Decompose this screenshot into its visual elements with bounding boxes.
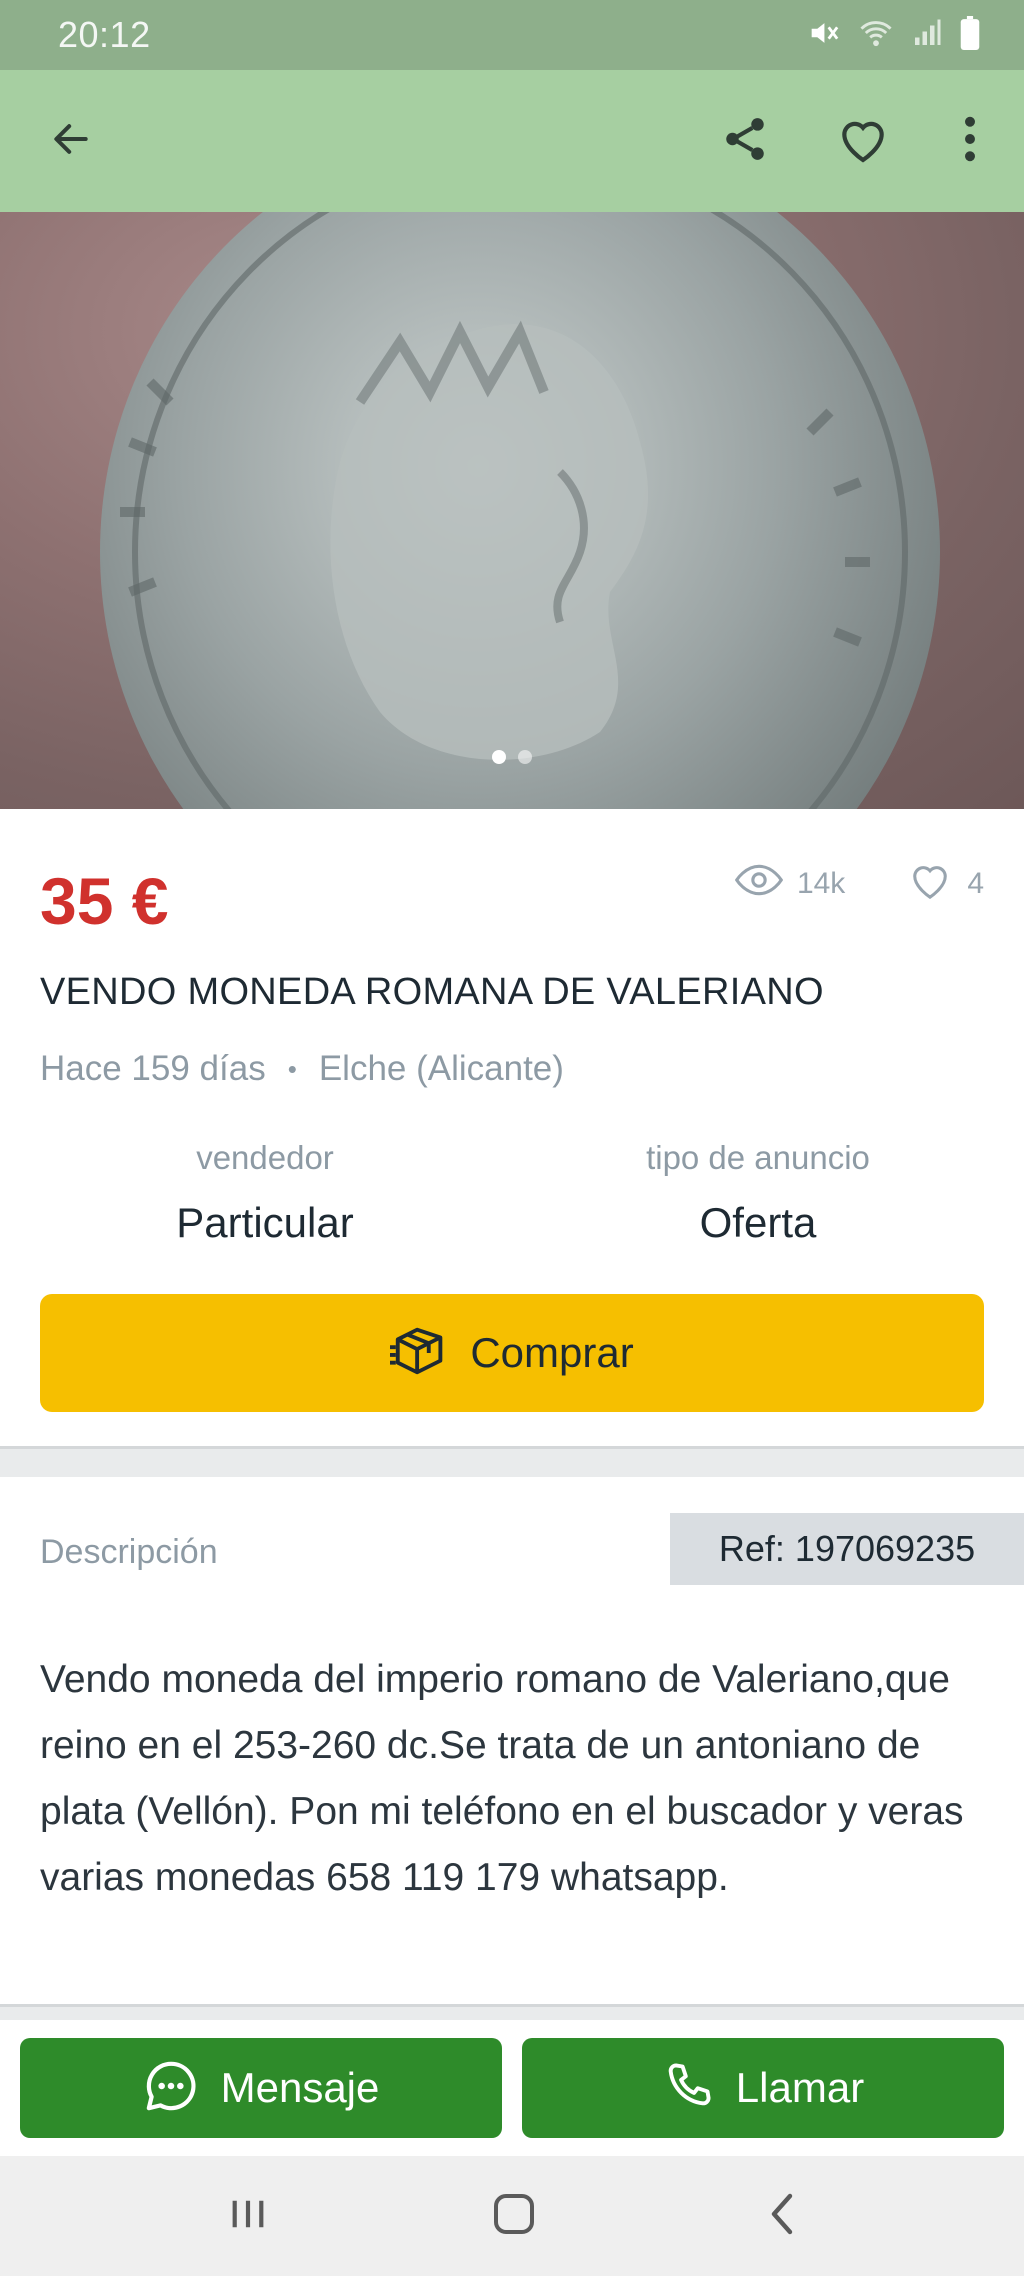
status-bar: 20:12 bbox=[0, 0, 1024, 70]
listing-meta: Hace 159 días • Elche (Alicante) bbox=[40, 1049, 564, 1089]
listing-photo[interactable] bbox=[0, 212, 1024, 809]
buy-button[interactable]: Comprar bbox=[40, 1294, 984, 1412]
location: Elche (Alicante) bbox=[318, 1049, 564, 1088]
status-icons bbox=[806, 16, 980, 55]
share-icon bbox=[720, 114, 770, 169]
reference-badge: Ref: 197069235 bbox=[670, 1513, 1024, 1585]
share-button[interactable] bbox=[710, 106, 780, 176]
eye-icon bbox=[734, 863, 784, 905]
heart-icon bbox=[835, 113, 891, 170]
back-button[interactable] bbox=[36, 106, 106, 176]
call-button[interactable]: Llamar bbox=[522, 2038, 1004, 2138]
recent-apps-button[interactable] bbox=[218, 2186, 278, 2246]
app-bar bbox=[0, 70, 1024, 212]
message-button[interactable]: Mensaje bbox=[20, 2038, 502, 2138]
contact-actions: Mensaje Llamar bbox=[0, 2020, 1024, 2156]
ad-type-value: Oferta bbox=[699, 1199, 817, 1246]
back-arrow-icon bbox=[49, 117, 93, 166]
ad-type-info: tipo de anuncio Oferta bbox=[548, 1139, 968, 1247]
wifi-icon bbox=[858, 17, 894, 54]
description-text: Vendo moneda del imperio romano de Valer… bbox=[40, 1658, 964, 1899]
price: 35 € bbox=[40, 864, 169, 938]
home-button[interactable] bbox=[484, 2186, 544, 2246]
package-icon bbox=[390, 1323, 452, 1384]
ad-type-label: tipo de anuncio bbox=[646, 1139, 870, 1176]
mute-icon bbox=[806, 16, 840, 55]
home-icon bbox=[492, 2192, 536, 2241]
status-time: 20:12 bbox=[58, 14, 151, 55]
listing-stats: 14k 4 bbox=[734, 859, 984, 909]
listing-info-card: 35 € 14k 4 VENDO MONEDA ROMANA DE VALERI… bbox=[0, 809, 1024, 1449]
phone-icon bbox=[662, 2060, 714, 2117]
roman-coin-photo bbox=[100, 212, 940, 809]
seller-label: vendedor bbox=[196, 1139, 334, 1176]
seller-info: vendedor Particular bbox=[55, 1139, 475, 1247]
reference-number: Ref: 197069235 bbox=[718, 1528, 976, 1569]
description-heading: Descripción bbox=[40, 1533, 218, 1571]
more-vert-icon bbox=[963, 116, 977, 167]
gallery-pager[interactable] bbox=[0, 750, 1024, 764]
more-button[interactable] bbox=[935, 106, 1005, 176]
posted-time: Hace 159 días bbox=[40, 1049, 266, 1088]
favorite-button[interactable] bbox=[828, 106, 898, 176]
signal-icon bbox=[912, 18, 942, 53]
pager-dot-2[interactable] bbox=[518, 750, 532, 764]
likes-count: 4 bbox=[967, 867, 984, 900]
pager-dot-1[interactable] bbox=[492, 750, 506, 764]
seller-value: Particular bbox=[176, 1199, 354, 1246]
meta-separator: • bbox=[287, 1053, 297, 1084]
recents-icon bbox=[228, 2195, 268, 2238]
message-button-label: Mensaje bbox=[220, 2064, 380, 2111]
views-count: 14k bbox=[796, 867, 846, 900]
description-card: Descripción Ref: 197069235 Vendo moneda … bbox=[0, 1477, 1024, 2007]
chat-bubble-icon bbox=[143, 2058, 199, 2119]
call-button-label: Llamar bbox=[735, 2064, 865, 2111]
battery-icon bbox=[960, 16, 980, 55]
system-back-button[interactable] bbox=[752, 2186, 812, 2246]
likes-heart-icon bbox=[907, 859, 953, 909]
chevron-left-icon bbox=[767, 2192, 797, 2241]
screen: 20:12 35 € 14k 4 VENDO MONEDA ROMANA DE … bbox=[0, 0, 1024, 2276]
listing-title: VENDO MONEDA ROMANA DE VALERIANO bbox=[40, 971, 824, 1013]
buy-button-label: Comprar bbox=[470, 1329, 634, 1376]
system-nav-bar bbox=[0, 2156, 1024, 2276]
